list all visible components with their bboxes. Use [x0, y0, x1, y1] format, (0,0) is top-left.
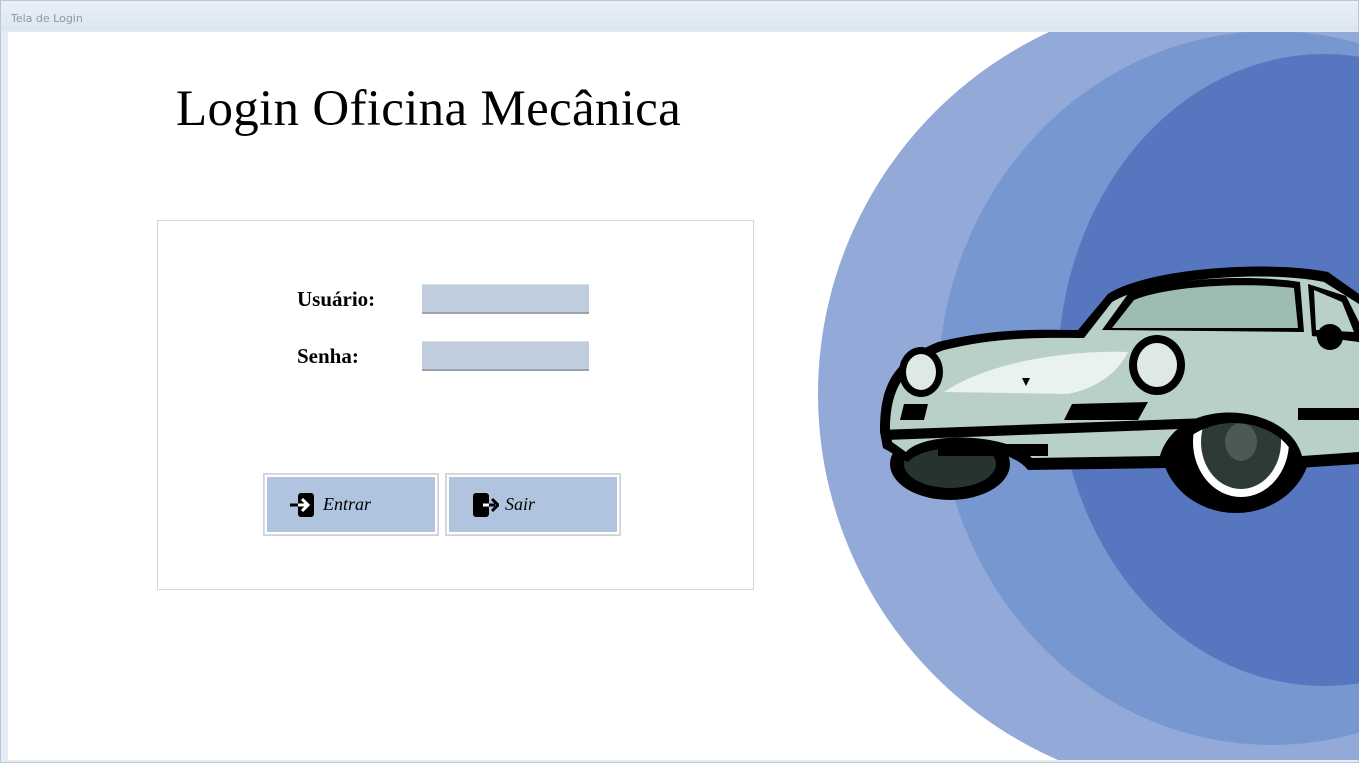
window-title: Tela de Login — [11, 12, 83, 25]
page-title: Login Oficina Mecânica — [176, 81, 682, 137]
exit-button[interactable]: Sair — [446, 474, 620, 535]
username-label: Usuário: — [297, 287, 376, 311]
login-window: Tela de Login Login Oficina Mecânica Usu… — [0, 0, 1359, 763]
password-label: Senha: — [297, 344, 359, 368]
password-input[interactable] — [422, 341, 589, 371]
exit-button-label: Sair — [505, 494, 536, 514]
username-input[interactable] — [422, 284, 589, 314]
logout-icon — [473, 492, 499, 517]
login-screen: Login Oficina Mecânica Usuário: Senha: E… — [8, 32, 1359, 760]
login-panel: Usuário: Senha: Entrar Sair — [157, 220, 754, 590]
enter-button-label: Entrar — [323, 494, 372, 514]
title-bar[interactable]: Tela de Login — [1, 1, 1358, 31]
login-icon — [290, 492, 314, 517]
enter-button[interactable]: Entrar — [264, 474, 438, 535]
